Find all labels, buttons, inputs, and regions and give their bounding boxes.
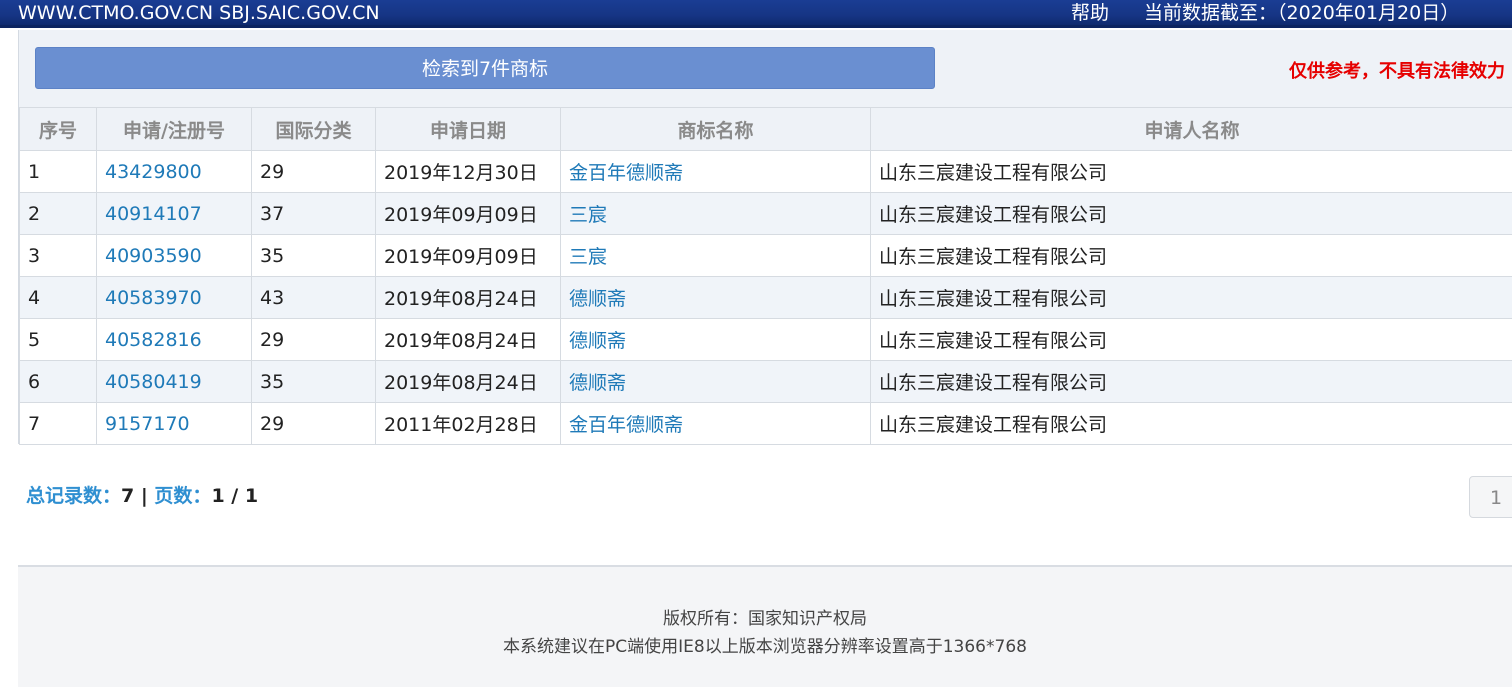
column-header-trademark-name: 商标名称	[561, 108, 871, 151]
reg-no-link[interactable]: 40583970	[97, 277, 252, 319]
top-header-bar: WWW.CTMO.GOV.CN SBJ.SAIC.GOV.CN 帮助 当前数据截…	[0, 0, 1512, 28]
column-header-reg-no: 申请/注册号	[97, 108, 252, 151]
trademark-name-link[interactable]: 德顺斋	[561, 277, 871, 319]
trademark-name-link[interactable]: 三宸	[561, 193, 871, 235]
cell-date: 2019年12月30日	[376, 151, 561, 193]
trademark-name-link[interactable]: 金百年德顺斋	[561, 151, 871, 193]
cell-index: 1	[20, 151, 97, 193]
table-row: 4 40583970 43 2019年08月24日 德顺斋 山东三宸建设工程有限…	[20, 277, 1512, 319]
cell-class: 29	[252, 403, 376, 445]
reg-no-link[interactable]: 40580419	[97, 361, 252, 403]
cell-applicant: 山东三宸建设工程有限公司	[871, 235, 1512, 277]
data-cutoff-date: 当前数据截至：（2020年01月20日）	[1144, 0, 1459, 26]
total-records-value: 7	[121, 485, 134, 507]
table-row: 1 43429800 29 2019年12月30日 金百年德顺斋 山东三宸建设工…	[20, 151, 1512, 193]
cell-class: 37	[252, 193, 376, 235]
cell-index: 7	[20, 403, 97, 445]
cell-date: 2019年09月09日	[376, 193, 561, 235]
reg-no-link[interactable]: 40914107	[97, 193, 252, 235]
cell-applicant: 山东三宸建设工程有限公司	[871, 277, 1512, 319]
record-summary: 总记录数：7 | 页数：1 / 1	[26, 481, 258, 508]
reg-no-link[interactable]: 43429800	[97, 151, 252, 193]
cell-date: 2019年08月24日	[376, 319, 561, 361]
table-row: 3 40903590 35 2019年09月09日 三宸 山东三宸建设工程有限公…	[20, 235, 1512, 277]
cell-date: 2019年08月24日	[376, 361, 561, 403]
cell-date: 2011年02月28日	[376, 403, 561, 445]
cell-applicant: 山东三宸建设工程有限公司	[871, 151, 1512, 193]
table-header-row: 序号 申请/注册号 国际分类 申请日期 商标名称 申请人名称	[20, 108, 1512, 151]
trademark-results-table: 序号 申请/注册号 国际分类 申请日期 商标名称 申请人名称 1 4342980…	[19, 107, 1512, 445]
table-row: 5 40582816 29 2019年08月24日 德顺斋 山东三宸建设工程有限…	[20, 319, 1512, 361]
summary-separator: |	[134, 485, 154, 507]
footer-browser-recommendation: 本系统建议在PC端使用IE8以上版本浏览器分辨率设置高于1366*768	[18, 632, 1512, 657]
cell-index: 3	[20, 235, 97, 277]
reg-no-link[interactable]: 40582816	[97, 319, 252, 361]
cell-class: 29	[252, 151, 376, 193]
total-records-label: 总记录数：	[26, 485, 121, 507]
cell-date: 2019年09月09日	[376, 235, 561, 277]
cell-class: 35	[252, 235, 376, 277]
cell-index: 5	[20, 319, 97, 361]
trademark-name-link[interactable]: 三宸	[561, 235, 871, 277]
page-footer: 版权所有：国家知识产权局 本系统建议在PC端使用IE8以上版本浏览器分辨率设置高…	[18, 565, 1512, 687]
trademark-name-link[interactable]: 德顺斋	[561, 361, 871, 403]
cell-class: 29	[252, 319, 376, 361]
cell-applicant: 山东三宸建设工程有限公司	[871, 361, 1512, 403]
column-header-applicant: 申请人名称	[871, 108, 1512, 151]
cell-index: 4	[20, 277, 97, 319]
pagination-page-button[interactable]: 1	[1469, 476, 1512, 518]
column-header-class: 国际分类	[252, 108, 376, 151]
page-count-value: 1 / 1	[211, 485, 258, 507]
trademark-name-link[interactable]: 德顺斋	[561, 319, 871, 361]
reg-no-link[interactable]: 9157170	[97, 403, 252, 445]
site-domains: WWW.CTMO.GOV.CN SBJ.SAIC.GOV.CN	[18, 0, 380, 26]
reg-no-link[interactable]: 40903590	[97, 235, 252, 277]
cell-applicant: 山东三宸建设工程有限公司	[871, 193, 1512, 235]
footer-copyright: 版权所有：国家知识产权局	[18, 604, 1512, 629]
trademark-name-link[interactable]: 金百年德顺斋	[561, 403, 871, 445]
result-count-bar: 检索到7件商标	[35, 47, 935, 89]
table-row: 2 40914107 37 2019年09月09日 三宸 山东三宸建设工程有限公…	[20, 193, 1512, 235]
cell-class: 43	[252, 277, 376, 319]
cell-index: 2	[20, 193, 97, 235]
column-header-date: 申请日期	[376, 108, 561, 151]
legal-disclaimer: 仅供参考，不具有法律效力	[1289, 57, 1505, 83]
cell-class: 35	[252, 361, 376, 403]
cell-applicant: 山东三宸建设工程有限公司	[871, 403, 1512, 445]
cell-applicant: 山东三宸建设工程有限公司	[871, 319, 1512, 361]
page-count-label: 页数：	[154, 485, 211, 507]
help-link[interactable]: 帮助	[1071, 0, 1109, 26]
cell-index: 6	[20, 361, 97, 403]
column-header-index: 序号	[20, 108, 97, 151]
table-row: 6 40580419 35 2019年08月24日 德顺斋 山东三宸建设工程有限…	[20, 361, 1512, 403]
cell-date: 2019年08月24日	[376, 277, 561, 319]
results-panel: 检索到7件商标 仅供参考，不具有法律效力 序号 申请/注册号 国际分类 申请日期…	[18, 30, 1512, 444]
table-row: 7 9157170 29 2011年02月28日 金百年德顺斋 山东三宸建设工程…	[20, 403, 1512, 445]
